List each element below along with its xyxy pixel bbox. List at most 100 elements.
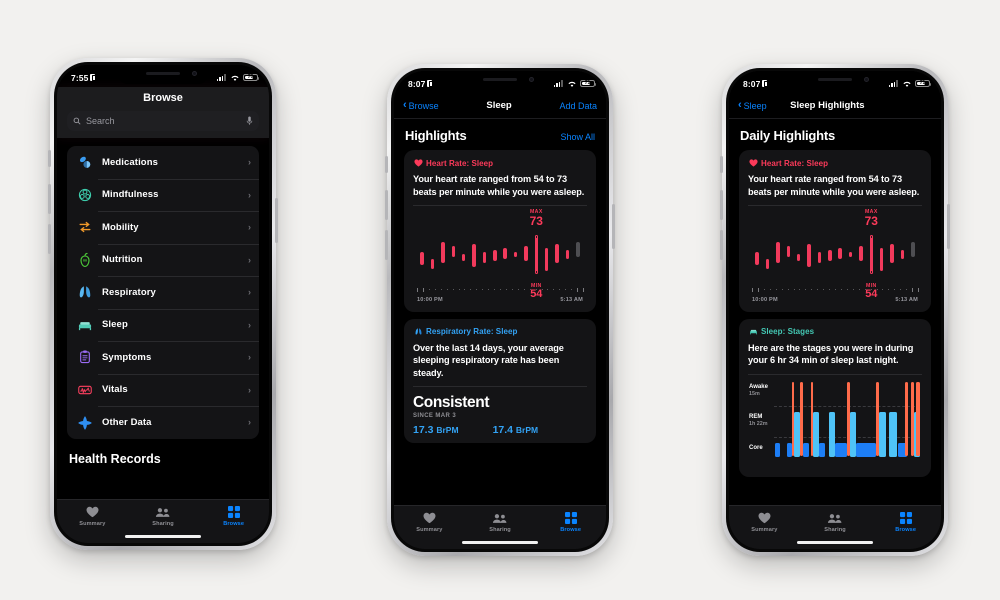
card-description: Your heart rate ranged from 54 to 73 bea… (413, 174, 585, 197)
hr-range-bar (755, 251, 759, 266)
screenshot-canvas: 7:55 70 Browse Search Medications › Mind… (0, 0, 1000, 600)
tab-bar: Summary Sharing Browse (57, 499, 269, 543)
volume-down-button[interactable] (720, 230, 723, 260)
hr-range-bar (879, 247, 884, 271)
sidebar-item-mobility[interactable]: Mobility › (67, 211, 259, 244)
tab-browse[interactable]: Browse (870, 511, 941, 533)
volume-down-button[interactable] (385, 230, 388, 260)
tab-label: Summary (416, 527, 443, 533)
heart-rate-card[interactable]: Heart Rate: Sleep Your heart rate ranged… (739, 150, 931, 312)
hr-range-bar (493, 249, 497, 262)
mute-switch[interactable] (720, 156, 723, 173)
axis-tick (571, 288, 573, 291)
section-header: Daily Highlights (739, 119, 931, 150)
section-header: Highlights Show All (404, 119, 596, 150)
sidebar-item-nutrition[interactable]: Nutrition › (67, 243, 259, 277)
browse-header: Browse Search (57, 87, 269, 138)
max-value: 73 (864, 213, 878, 228)
axis-tick (781, 288, 783, 291)
sidebar-item-medications[interactable]: Medications › (67, 146, 259, 179)
sidebar-item-other-data[interactable]: Other Data › (67, 406, 259, 439)
tab-sharing[interactable]: Sharing (465, 511, 536, 533)
show-all-link[interactable]: Show All (560, 132, 595, 142)
power-button[interactable] (947, 204, 950, 249)
volume-up-button[interactable] (720, 190, 723, 220)
axis-tick (428, 288, 430, 291)
clipboard-icon (76, 349, 93, 366)
axis-tick (565, 288, 567, 291)
search-input[interactable]: Search (67, 111, 259, 131)
battery-icon: 71 (580, 79, 597, 88)
sidebar-item-sleep[interactable]: Sleep › (67, 308, 259, 342)
tab-summary[interactable]: Summary (394, 511, 465, 533)
tab-summary[interactable]: Summary (57, 505, 128, 527)
scroll-content[interactable]: Highlights Show All Heart Rate: Sleep Yo… (394, 119, 606, 549)
home-indicator[interactable] (462, 540, 538, 544)
chevron-right-icon: › (248, 417, 251, 428)
people-icon (827, 511, 843, 525)
hr-range-bar (848, 251, 853, 258)
sidebar-item-symptoms[interactable]: Symptoms › (67, 341, 259, 374)
hr-range-bar (441, 242, 445, 264)
power-button[interactable] (612, 204, 615, 249)
stage-duration: 15m (749, 390, 760, 397)
volume-up-button[interactable] (385, 190, 388, 220)
tab-browse[interactable]: Browse (535, 511, 606, 533)
value-right: 17.4 BrPM (493, 424, 539, 436)
axis-tick (446, 288, 448, 291)
sleep-stages-chart: Awake 15m REM 1h 22m Core (748, 378, 922, 470)
tab-sharing[interactable]: Sharing (800, 511, 871, 533)
home-indicator[interactable] (125, 534, 201, 538)
tab-label: Sharing (489, 527, 511, 533)
tab-sharing[interactable]: Sharing (128, 505, 199, 527)
axis-tick (775, 288, 777, 291)
cellular-signal-icon (888, 80, 898, 87)
back-button[interactable]: ‹ Sleep (738, 99, 767, 111)
heart-icon (413, 158, 423, 168)
nutrition-apple-icon (76, 251, 93, 268)
volume-up-button[interactable] (48, 184, 51, 214)
axis-tick (422, 287, 424, 292)
chevron-left-icon: ‹ (738, 99, 742, 111)
sidebar-item-mindfulness[interactable]: Mindfulness › (67, 178, 259, 212)
sleep-stage-segment (849, 412, 856, 457)
axis-tick (763, 288, 765, 291)
microphone-icon[interactable] (246, 116, 253, 126)
mute-switch[interactable] (385, 156, 388, 173)
axis-tick (523, 288, 525, 291)
home-indicator[interactable] (797, 540, 873, 544)
grid-squares-icon (227, 505, 240, 519)
volume-down-button[interactable] (48, 224, 51, 254)
power-button[interactable] (275, 198, 278, 243)
battery-icon: 71 (915, 79, 932, 88)
mute-switch[interactable] (48, 150, 51, 167)
hr-range-bar (534, 236, 539, 273)
notch (117, 65, 209, 84)
sleep-stages-card[interactable]: Sleep: Stages Here are the stages you we… (739, 318, 931, 477)
value-left: 17.3 BrPM (413, 424, 459, 436)
hr-range-bar (565, 249, 570, 260)
axis-tick (870, 288, 872, 291)
grid-squares-icon (564, 511, 577, 525)
tab-browse[interactable]: Browse (198, 505, 269, 527)
scroll-content[interactable]: Daily Highlights Heart Rate: Sleep Your … (729, 119, 941, 549)
browse-category-list: Medications › Mindfulness › Mobility › N… (67, 146, 259, 439)
axis-tick (505, 288, 507, 291)
add-data-button[interactable]: Add Data (559, 101, 597, 111)
stage-label-core: Core (749, 445, 763, 451)
hr-range-bar (900, 249, 905, 260)
hr-range-bar (807, 243, 811, 268)
search-placeholder: Search (86, 116, 115, 126)
stage-name: REM (749, 414, 763, 420)
axis-tick (835, 288, 836, 291)
heart-rate-card[interactable]: Heart Rate: Sleep Your heart rate ranged… (404, 150, 596, 312)
hr-range-bar (420, 251, 424, 266)
axis-tick (511, 288, 513, 291)
tab-label: Sharing (152, 521, 174, 527)
sleep-stage-segment (819, 443, 826, 457)
tab-summary[interactable]: Summary (729, 511, 800, 533)
sidebar-item-respiratory[interactable]: Respiratory › (67, 276, 259, 309)
sidebar-item-vitals[interactable]: Vitals › (67, 373, 259, 407)
respiratory-rate-card[interactable]: Respiratory Rate: Sleep Over the last 14… (404, 318, 596, 443)
back-button[interactable]: ‹ Browse (403, 100, 439, 111)
